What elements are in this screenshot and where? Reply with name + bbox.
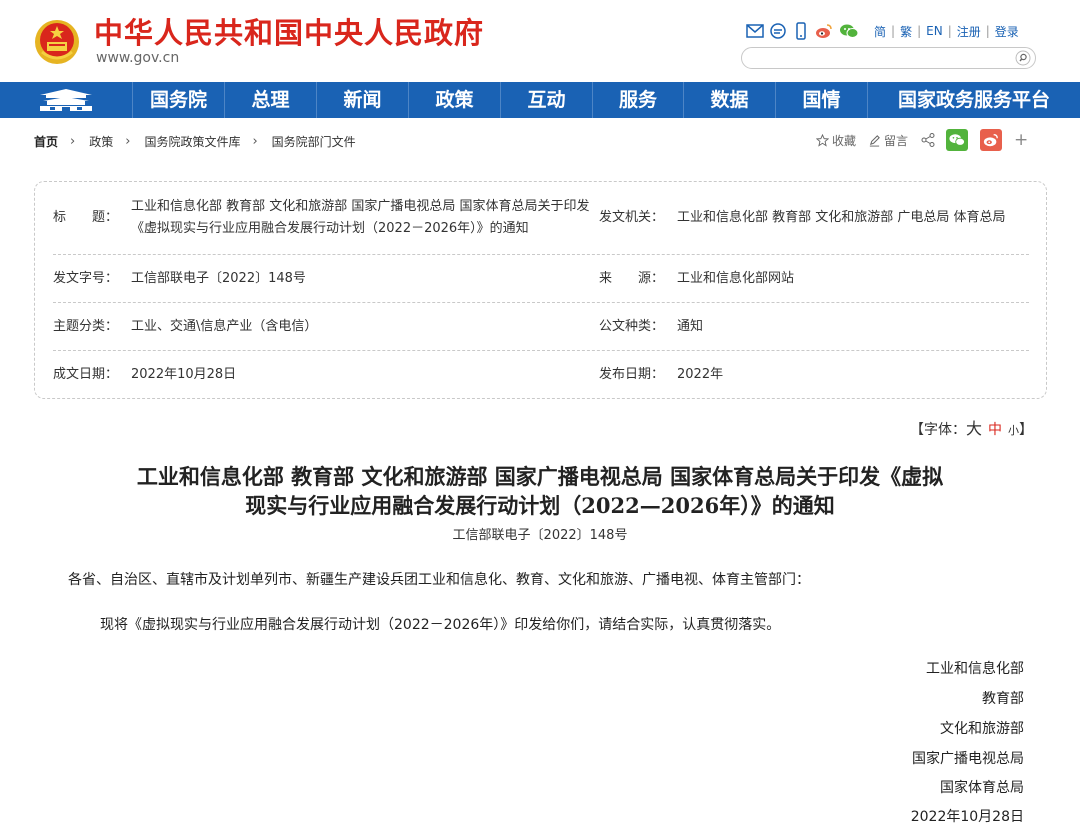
meta-row-docno: 发文字号： 工信部联电子〔2022〕148号 来 源： 工业和信息化部网站: [53, 255, 1029, 303]
font-size-prefix: 【字体：: [910, 422, 966, 438]
national-emblem-icon[interactable]: [34, 18, 80, 66]
meta-published-value: 2022年: [677, 367, 724, 382]
meta-row-dates: 成文日期： 2022年10月28日 发布日期： 2022年: [53, 351, 1029, 399]
nav-logo[interactable]: [0, 82, 132, 118]
signatory-gas: 国家体育总局: [940, 780, 1024, 796]
register-link[interactable]: 注册: [957, 23, 981, 40]
share-bar: 收藏 留言 +: [816, 128, 1028, 152]
weibo-share-button[interactable]: [980, 129, 1003, 151]
article-title: 工业和信息化部 教育部 文化和旅游部 国家广播电视总局 国家体育总局关于印发《虚…: [60, 462, 1020, 520]
site-title[interactable]: 中华人民共和国中央人民政府: [94, 14, 484, 52]
english-link[interactable]: EN: [926, 24, 943, 38]
wechat-icon: [949, 134, 966, 146]
meta-row-title: 标 题： 工业和信息化部 教育部 文化和旅游部 国家广播电视总局 国家体育总局关…: [53, 182, 1029, 255]
search-input[interactable]: [752, 49, 1012, 69]
nav-item-services[interactable]: 服务: [592, 82, 683, 118]
comment-label: 留言: [884, 133, 909, 148]
meta-row-subject: 主题分类： 工业、交通\信息产业（含电信） 公文种类： 通知: [53, 303, 1029, 351]
meta-doctype-label: 公文种类：: [599, 318, 665, 334]
breadcrumb: 首页 › 政策 › 国务院政策文件库 › 国务院部门文件: [34, 131, 356, 151]
meta-written-label: 成文日期：: [53, 367, 119, 382]
breadcrumb-home[interactable]: 首页: [34, 133, 58, 150]
top-icon-bar: [746, 20, 860, 42]
main-nav: 国务院 总理 新闻 政策 互动 服务 数据 国情 国家政务服务平台: [0, 82, 1080, 118]
meta-source-label: 来 源：: [599, 270, 665, 286]
wechat-share-button[interactable]: [946, 129, 969, 151]
chevron-right-icon: ›: [252, 133, 258, 149]
font-size-medium-button[interactable]: 中: [988, 422, 1002, 438]
article-body-paragraph: 现将《虚拟现实与行业应用融合发展行动计划（2022－2026年）》印发给你们，请…: [100, 617, 781, 633]
chevron-right-icon: ›: [125, 133, 131, 149]
signatory-mct: 文化和旅游部: [940, 721, 1024, 737]
pen-icon: [869, 134, 880, 147]
nav-item-gov-service-platform[interactable]: 国家政务服务平台: [867, 82, 1080, 118]
nav-item-interaction[interactable]: 互动: [500, 82, 592, 118]
signatory-nrta: 国家广播电视总局: [912, 751, 1024, 767]
nav-item-policy[interactable]: 政策: [408, 82, 500, 118]
star-icon: [816, 133, 829, 147]
simplified-link[interactable]: 简: [874, 23, 886, 40]
site-domain[interactable]: www.gov.cn: [96, 50, 179, 66]
font-size-large-button[interactable]: 大: [966, 419, 982, 438]
meta-source-value: 工业和信息化部网站: [677, 270, 795, 286]
meta-issuer-label: 发文机关：: [599, 210, 665, 225]
breadcrumb-policy-library[interactable]: 国务院政策文件库: [144, 133, 240, 150]
document-metadata-box: 标 题： 工业和信息化部 教育部 文化和旅游部 国家广播电视总局 国家体育总局关…: [34, 181, 1047, 399]
mobile-icon[interactable]: [792, 22, 810, 40]
meta-docno-value: 工信部联电子〔2022〕148号: [131, 270, 306, 286]
search-box: [741, 47, 1036, 69]
meta-doctype-value: 通知: [677, 318, 704, 334]
article-addressee: 各省、自治区、直辖市及计划单列市、新疆生产建设兵团工业和信息化、教育、文化和旅游…: [68, 572, 810, 588]
site-header: 中华人民共和国中央人民政府 www.gov.cn 简 | 繁 | EN | 注册…: [0, 0, 1080, 82]
meta-subject-value: 工业、交通\信息产业（含电信）: [131, 318, 318, 334]
favorite-label: 收藏: [832, 133, 857, 148]
meta-docno-label: 发文字号：: [53, 270, 119, 286]
comment-button[interactable]: 留言: [868, 132, 908, 149]
chat-icon[interactable]: [769, 22, 787, 40]
chevron-right-icon: ›: [70, 133, 76, 149]
meta-subject-label: 主题分类：: [53, 318, 119, 334]
article-title-line-1: 工业和信息化部 教育部 文化和旅游部 国家广播电视总局 国家体育总局关于印发《虚…: [136, 464, 944, 489]
signature-date: 2022年10月28日: [910, 809, 1024, 825]
meta-title-value: 工业和信息化部 教育部 文化和旅游部 国家广播电视总局 国家体育总局关于印发《虚…: [131, 199, 590, 236]
signatory-moe: 教育部: [982, 691, 1024, 707]
nav-item-data[interactable]: 数据: [683, 82, 775, 118]
font-size-switcher: 【字体：大中小】: [910, 418, 1033, 440]
share-icon[interactable]: [920, 132, 936, 148]
nav-item-national-info[interactable]: 国情: [775, 82, 867, 118]
more-share-button[interactable]: +: [1014, 130, 1028, 150]
meta-issuer-value: 工业和信息化部 教育部 文化和旅游部 广电总局 体育总局: [677, 210, 1006, 225]
top-links: 简 | 繁 | EN | 注册 | 登录: [874, 23, 1019, 40]
login-link[interactable]: 登录: [995, 23, 1019, 40]
favorite-button[interactable]: 收藏: [816, 132, 856, 149]
nav-item-premier[interactable]: 总理: [224, 82, 316, 118]
traditional-link[interactable]: 繁: [900, 23, 912, 40]
signatory-miit: 工业和信息化部: [926, 661, 1024, 677]
article-title-line-2: 现实与行业应用融合发展行动计划（2022—2026年）》的通知: [245, 493, 835, 518]
nav-item-news[interactable]: 新闻: [316, 82, 408, 118]
font-size-small-button[interactable]: 小: [1008, 424, 1019, 437]
weibo-icon[interactable]: [815, 22, 833, 40]
article-doc-number: 工信部联电子〔2022〕148号: [452, 528, 628, 543]
meta-title-label: 标 题：: [53, 210, 119, 225]
mail-icon[interactable]: [746, 22, 764, 40]
breadcrumb-department-docs[interactable]: 国务院部门文件: [272, 133, 356, 150]
nav-item-state-council[interactable]: 国务院: [132, 82, 224, 118]
weibo-icon: [983, 134, 998, 147]
font-size-suffix: 】: [1019, 422, 1034, 438]
tiananmen-icon: [40, 89, 92, 111]
breadcrumb-policy[interactable]: 政策: [89, 133, 113, 150]
meta-published-label: 发布日期：: [599, 367, 665, 382]
wechat-icon[interactable]: [838, 22, 860, 40]
search-icon[interactable]: [1015, 50, 1031, 66]
meta-written-value: 2022年10月28日: [131, 367, 237, 382]
